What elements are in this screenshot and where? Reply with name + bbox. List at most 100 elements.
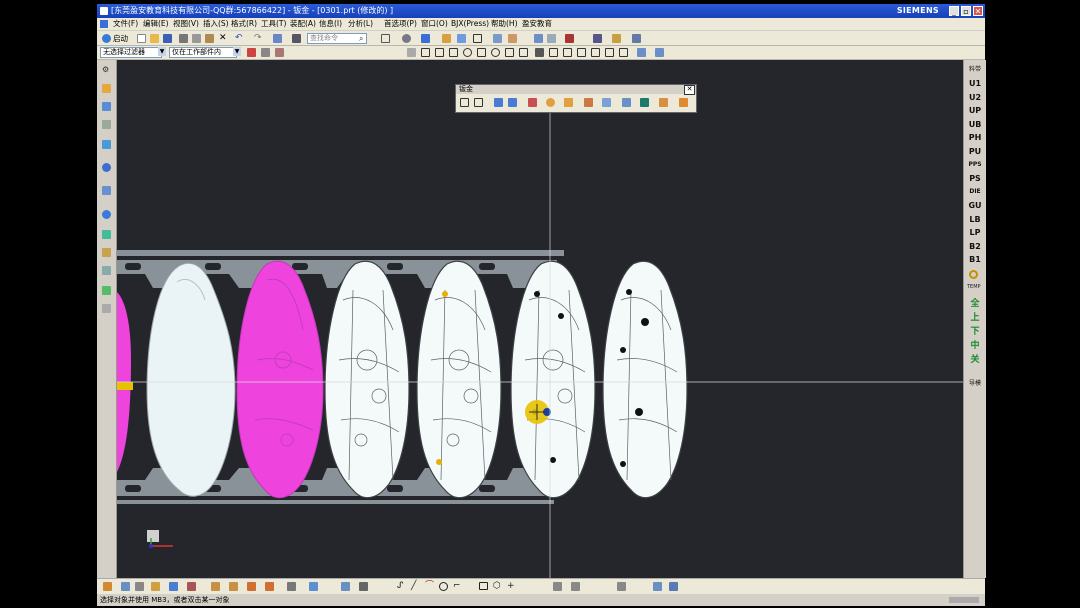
sheet-metal-toolbar[interactable]: 钣金 ✕ [455, 84, 697, 113]
palette-icon[interactable] [102, 304, 111, 313]
redo-icon[interactable]: ↷ [254, 34, 263, 43]
rebend-icon[interactable] [584, 98, 593, 107]
repeat-command-icon[interactable] [273, 34, 282, 43]
assembly-navigator-icon[interactable] [102, 84, 111, 93]
menu-analysis[interactable]: 分析(L) [348, 18, 373, 30]
contour-flange-icon[interactable] [494, 98, 503, 107]
close-button[interactable]: ✕ [973, 6, 983, 16]
snap-reset-icon[interactable] [619, 48, 628, 57]
paste-icon[interactable] [205, 34, 214, 43]
palette-item-middle[interactable]: 中 [964, 338, 986, 351]
palette-item-u2[interactable]: U2 [964, 93, 986, 102]
ring-icon[interactable] [969, 270, 978, 279]
palette-item-ub[interactable]: UB [964, 120, 986, 129]
menu-edit[interactable]: 编辑(E) [143, 18, 169, 30]
command-finder-icon[interactable] [292, 34, 301, 43]
profile-icon[interactable]: ᔑ [397, 582, 406, 591]
web-browser-icon[interactable] [102, 163, 111, 172]
snap-edge-icon[interactable] [605, 48, 614, 57]
settings-icon[interactable]: ⚙ [102, 65, 111, 74]
palette-item-b2[interactable]: B2 [964, 242, 986, 251]
arc-icon[interactable]: ⌒ [425, 582, 434, 591]
menu-view[interactable]: 视图(V) [173, 18, 199, 30]
palette-item-upper[interactable]: 上 [964, 310, 986, 323]
sketch-finish-icon[interactable] [359, 582, 368, 591]
constraints-icon[interactable] [553, 582, 562, 591]
snap-on-curve-icon[interactable] [505, 48, 514, 57]
palette-item-b1[interactable]: B1 [964, 255, 986, 264]
snap-tangent-icon[interactable] [491, 48, 500, 57]
chevron-down-icon[interactable]: ▼ [233, 47, 241, 56]
blend-icon[interactable] [247, 582, 256, 591]
undo-icon[interactable]: ↶ [235, 34, 244, 43]
graphics-window[interactable]: 钣金 ✕ [117, 60, 963, 578]
feature-select-icon[interactable] [261, 48, 270, 57]
clock-icon[interactable] [102, 210, 111, 219]
menu-bjx-press[interactable]: BJX(Press) [451, 18, 489, 30]
snap-quadrant-icon[interactable] [463, 48, 472, 57]
cut-icon[interactable] [179, 34, 188, 43]
snap-dyn-icon[interactable] [637, 48, 646, 57]
csys-icon[interactable] [632, 34, 641, 43]
tab-icon[interactable] [460, 98, 469, 107]
palette-item-ph[interactable]: PH [964, 133, 986, 142]
palette-item-lp[interactable]: LP [964, 228, 986, 237]
start-button[interactable]: 启动 [113, 33, 128, 44]
menu-window[interactable]: 窗口(O) [421, 18, 448, 30]
manufacturing-wizard-icon[interactable] [102, 248, 111, 257]
lofted-flange-icon[interactable] [508, 98, 517, 107]
snap-arc-icon[interactable] [577, 48, 586, 57]
pattern-icon[interactable] [287, 582, 296, 591]
trim-icon[interactable] [211, 582, 220, 591]
point-icon[interactable] [593, 34, 602, 43]
close-icon[interactable]: ✕ [684, 85, 695, 95]
snap-midpoint-icon[interactable] [421, 48, 430, 57]
new-file-icon[interactable] [137, 34, 146, 43]
display-constraints-icon[interactable] [617, 582, 626, 591]
sketch-icon[interactable] [103, 582, 112, 591]
delete-icon[interactable]: ✕ [219, 34, 228, 43]
menu-preferences[interactable]: 首选项(P) [384, 18, 417, 30]
sketch-settings-icon[interactable] [669, 582, 678, 591]
palette-item-up[interactable]: UP [964, 106, 986, 115]
snap-existing-icon[interactable] [563, 48, 572, 57]
reuse-library-icon[interactable] [102, 140, 111, 149]
palette-item-gu[interactable]: GU [964, 201, 986, 210]
maximize-button[interactable]: ▫ [961, 6, 971, 16]
snap-more-icon[interactable] [655, 48, 664, 57]
app-menu-icon[interactable] [100, 20, 108, 28]
snap-icon[interactable] [493, 34, 502, 43]
gusset-icon[interactable] [640, 98, 649, 107]
minimize-button[interactable]: _ [949, 6, 959, 16]
fillet-icon[interactable]: ⌐ [453, 582, 462, 591]
mirror-icon[interactable] [309, 582, 318, 591]
flange-icon[interactable] [474, 98, 483, 107]
offset-icon[interactable] [341, 582, 350, 591]
line-icon[interactable]: ╱ [411, 582, 420, 591]
datum-plane-icon[interactable] [121, 582, 130, 591]
snap-pole-icon[interactable] [549, 48, 558, 57]
snap-intersection-icon[interactable] [449, 48, 458, 57]
shaded-icon[interactable] [421, 34, 430, 43]
snap-face-icon[interactable] [519, 48, 528, 57]
fit-view-icon[interactable] [473, 34, 482, 43]
menu-insert[interactable]: 插入(S) [203, 18, 229, 30]
emboss-icon[interactable] [679, 98, 688, 107]
chevron-down-icon[interactable]: ▼ [158, 47, 166, 56]
palette-item-close[interactable]: 关 [964, 352, 986, 365]
view-icon[interactable] [442, 34, 451, 43]
animate-icon[interactable] [653, 582, 662, 591]
general-select-icon[interactable] [247, 48, 256, 57]
bend-icon[interactable] [546, 98, 555, 107]
system-scenes-icon[interactable] [102, 286, 111, 295]
analysis-icon[interactable] [547, 34, 556, 43]
menu-format[interactable]: 格式(R) [231, 18, 257, 30]
palette-temp-icon[interactable]: TEMP [967, 284, 981, 290]
menu-tools[interactable]: 工具(T) [261, 18, 286, 30]
palette-item-pps[interactable]: PPS [964, 161, 986, 168]
menu-file[interactable]: 文件(F) [113, 18, 138, 30]
menu-yingan[interactable]: 盈安教育 [522, 18, 552, 30]
flat-pattern-icon[interactable] [602, 98, 611, 107]
layer-icon[interactable] [457, 34, 466, 43]
snap-center-icon[interactable] [435, 48, 444, 57]
